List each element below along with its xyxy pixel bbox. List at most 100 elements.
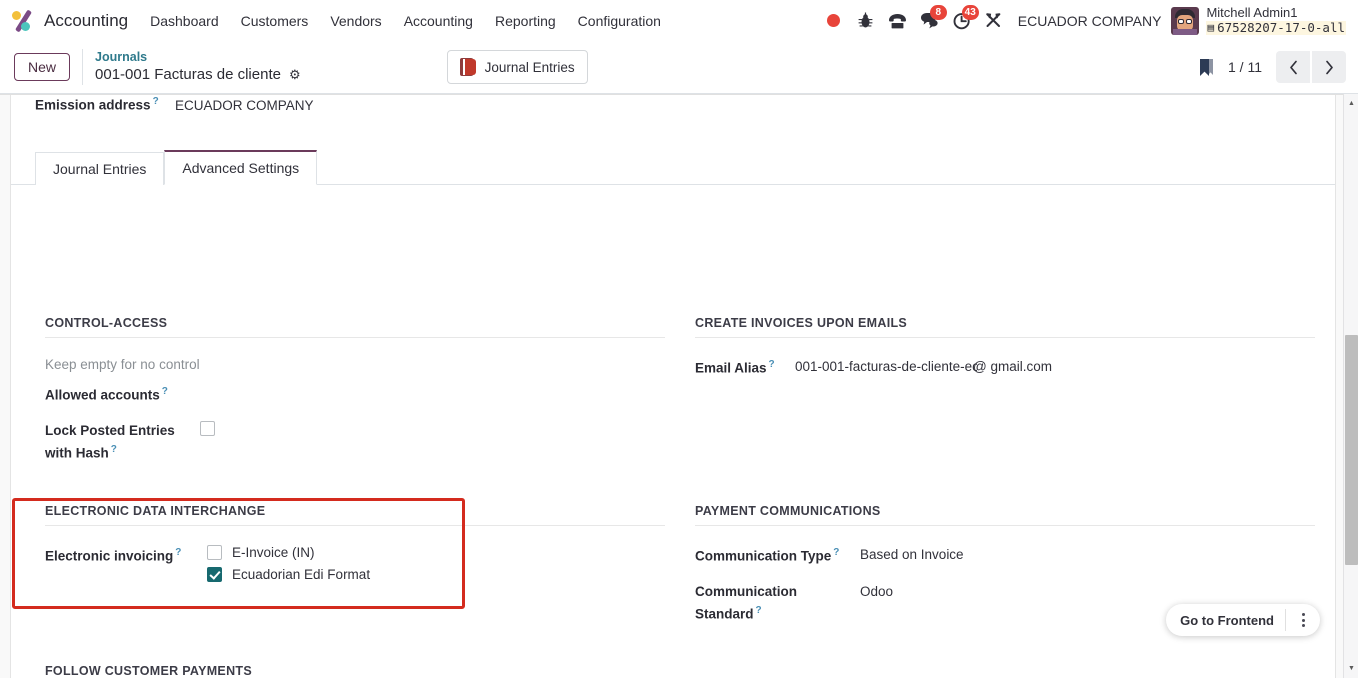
- content-area: Emission address? ECUADOR COMPANY Journa…: [0, 94, 1358, 678]
- tab-advanced-settings[interactable]: Advanced Settings: [164, 150, 318, 185]
- tools-icon[interactable]: [978, 7, 1010, 35]
- group-title-electronic-data-interchange: ELECTRONIC DATA INTERCHANGE: [45, 504, 665, 526]
- database-name: ▤ 67528207-17-0-all: [1206, 19, 1346, 36]
- app-brand-name[interactable]: Accounting: [44, 11, 128, 31]
- help-icon[interactable]: ?: [175, 547, 181, 558]
- journal-entries-button[interactable]: Journal Entries: [446, 50, 588, 84]
- avatar[interactable]: [1171, 6, 1200, 35]
- option-e-invoice-in[interactable]: E-Invoice (IN): [207, 545, 370, 560]
- user-name: Mitchell Admin1: [1206, 4, 1298, 20]
- messages-badge: 8: [929, 4, 947, 20]
- help-icon[interactable]: ?: [756, 605, 762, 616]
- breadcrumb: Journals 001-001 Facturas de cliente ⚙: [82, 49, 301, 85]
- breadcrumb-current: 001-001 Facturas de cliente ⚙: [95, 65, 301, 84]
- pager-next-button[interactable]: [1312, 51, 1346, 83]
- ecuadorian-edi-format-checkbox[interactable]: [207, 567, 222, 582]
- record-dot-icon[interactable]: [818, 7, 850, 35]
- scrollbar-thumb[interactable]: [1345, 335, 1358, 565]
- tab-journal-entries[interactable]: Journal Entries: [35, 152, 165, 185]
- menu-item-vendors[interactable]: Vendors: [330, 13, 381, 29]
- communication-type-value[interactable]: Based on Invoice: [860, 545, 964, 566]
- control-panel: New Journals 001-001 Facturas de cliente…: [0, 41, 1358, 94]
- pager-buttons: [1276, 51, 1346, 83]
- breadcrumb-parent-journals[interactable]: Journals: [95, 49, 301, 65]
- help-icon[interactable]: ?: [153, 96, 159, 107]
- new-button[interactable]: New: [14, 53, 71, 81]
- bookmark-icon[interactable]: [1199, 58, 1214, 77]
- activity-clock-icon[interactable]: 43: [946, 4, 979, 35]
- group-follow-customer-payments: FOLLOW CUSTOMER PAYMENTS Schedule Activi…: [45, 664, 665, 678]
- go-to-frontend-button[interactable]: Go to Frontend: [1166, 613, 1285, 628]
- bug-icon[interactable]: [850, 7, 882, 35]
- help-icon[interactable]: ?: [111, 444, 117, 455]
- messages-icon[interactable]: 8: [914, 4, 947, 35]
- control-access-note: Keep empty for no control: [45, 357, 200, 372]
- lock-posted-entries-label: Lock Posted Entries with Hash?: [45, 423, 175, 461]
- database-icon: ▤: [1207, 20, 1215, 34]
- scroll-down-arrow-icon[interactable]: ▼: [1344, 661, 1358, 676]
- help-icon[interactable]: ?: [162, 386, 168, 397]
- group-create-invoices-upon-emails: CREATE INVOICES UPON EMAILS Email Alias?…: [695, 316, 1315, 394]
- help-icon[interactable]: ?: [833, 547, 839, 558]
- email-alias-local-part[interactable]: 001-001-facturas-de-cliente-ecua: [795, 357, 977, 378]
- main-menu: Dashboard Customers Vendors Accounting R…: [150, 13, 661, 29]
- book-icon: [459, 58, 477, 76]
- database-value: 67528207-17-0-all: [1217, 19, 1345, 35]
- company-switcher[interactable]: ECUADOR COMPANY: [1018, 13, 1162, 29]
- menu-item-dashboard[interactable]: Dashboard: [150, 13, 219, 29]
- phone-icon[interactable]: [882, 7, 914, 35]
- menu-item-configuration[interactable]: Configuration: [578, 13, 661, 29]
- field-emission-address: Emission address? ECUADOR COMPANY: [11, 96, 1335, 122]
- field-lock-posted-entries: Lock Posted Entries with Hash?: [45, 421, 665, 464]
- group-control-access: CONTROL-ACCESS Keep empty for no control…: [45, 316, 665, 480]
- control-panel-center: Journal Entries: [446, 50, 588, 84]
- form-sheet: Emission address? ECUADOR COMPANY Journa…: [10, 94, 1336, 678]
- communication-type-label: Communication Type?: [695, 547, 840, 564]
- allowed-accounts-label: Allowed accounts?: [45, 386, 168, 403]
- field-communication-type: Communication Type? Based on Invoice: [695, 545, 1315, 567]
- option-ecuadorian-edi-format[interactable]: Ecuadorian Edi Format: [207, 567, 370, 582]
- pager-previous-button[interactable]: [1276, 51, 1310, 83]
- field-email-alias: Email Alias? 001-001-facturas-de-cliente…: [695, 357, 1315, 379]
- notebook-tabs: Journal Entries Advanced Settings: [11, 148, 1335, 185]
- gear-icon[interactable]: ⚙: [289, 67, 301, 84]
- menu-item-reporting[interactable]: Reporting: [495, 13, 556, 29]
- menu-item-accounting[interactable]: Accounting: [404, 13, 473, 29]
- pager-count[interactable]: 1 / 11: [1228, 59, 1262, 75]
- electronic-invoicing-options: E-Invoice (IN) Ecuadorian Edi Format: [207, 545, 370, 582]
- email-alias-value[interactable]: 001-001-facturas-de-cliente-ecua @ gmail…: [795, 357, 1052, 378]
- activity-badge: 43: [961, 4, 979, 20]
- group-title-control-access: CONTROL-ACCESS: [45, 316, 665, 338]
- pager-area: 1 / 11: [1199, 51, 1346, 83]
- menu-item-customers[interactable]: Customers: [241, 13, 309, 29]
- ecuadorian-edi-format-label: Ecuadorian Edi Format: [232, 567, 371, 582]
- systray: 8 43 ECUADOR COMPANY Mitchell Admin1 ▤ 6…: [818, 4, 1346, 36]
- emission-address-value[interactable]: ECUADOR COMPANY: [175, 98, 314, 113]
- help-icon[interactable]: ?: [769, 359, 775, 370]
- email-alias-domain: @ gmail.com: [973, 359, 1052, 374]
- kebab-menu-icon[interactable]: [1286, 604, 1320, 636]
- top-navbar: Accounting Dashboard Customers Vendors A…: [0, 0, 1358, 41]
- content-top-divider: [0, 94, 1343, 95]
- e-invoice-in-label: E-Invoice (IN): [232, 545, 315, 560]
- communication-standard-value[interactable]: Odoo: [860, 582, 893, 603]
- scroll-up-arrow-icon[interactable]: ▲: [1344, 96, 1358, 111]
- field-allowed-accounts: Allowed accounts?: [45, 384, 665, 406]
- group-title-payment-communications: PAYMENT COMMUNICATIONS: [695, 504, 1315, 526]
- lock-posted-entries-checkbox[interactable]: [200, 421, 215, 437]
- field-electronic-invoicing: Electronic invoicing? E-Invoice (IN) Ecu…: [45, 545, 665, 582]
- go-to-frontend-pill: Go to Frontend: [1166, 604, 1320, 636]
- group-title-follow-customer-payments: FOLLOW CUSTOMER PAYMENTS: [45, 664, 665, 678]
- electronic-invoicing-label: Electronic invoicing?: [45, 547, 182, 564]
- e-invoice-in-checkbox[interactable]: [207, 545, 222, 560]
- user-menu[interactable]: Mitchell Admin1 ▤ 67528207-17-0-all: [1206, 4, 1346, 36]
- odoo-accounting-logo-icon[interactable]: [10, 8, 36, 34]
- communication-standard-label: Communication Standard?: [695, 584, 798, 622]
- group-electronic-data-interchange: ELECTRONIC DATA INTERCHANGE Electronic i…: [45, 504, 665, 597]
- journal-entries-label: Journal Entries: [484, 59, 575, 75]
- record-title: 001-001 Facturas de cliente: [95, 66, 281, 84]
- email-alias-label: Email Alias?: [695, 359, 775, 376]
- group-title-create-invoices-upon-emails: CREATE INVOICES UPON EMAILS: [695, 316, 1315, 338]
- emission-address-label: Emission address?: [35, 96, 159, 113]
- vertical-scrollbar[interactable]: ▲ ▼: [1343, 94, 1358, 678]
